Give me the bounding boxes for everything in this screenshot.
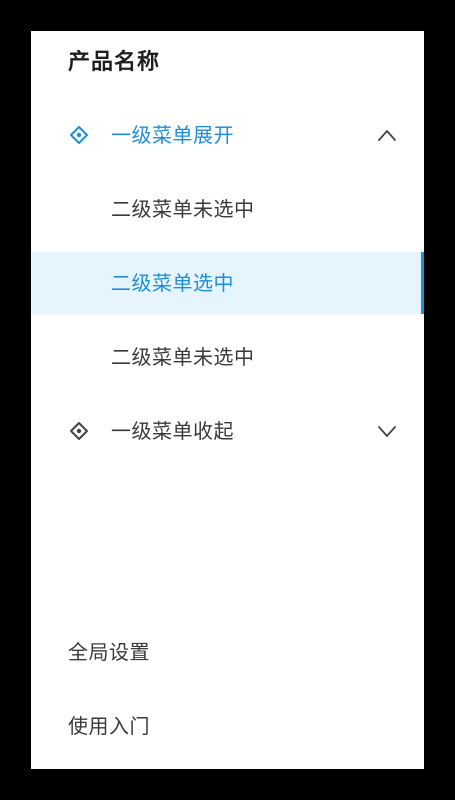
menu-item-label: 二级菜单选中 xyxy=(111,271,234,295)
menu-item-level2-unselected[interactable]: 二级菜单未选中 xyxy=(31,178,424,240)
menu-item-level2-selected[interactable]: 二级菜单选中 xyxy=(31,252,424,314)
menu-item-level1-expanded[interactable]: 一级菜单展开 xyxy=(31,104,424,166)
active-indicator xyxy=(421,252,424,314)
global-settings-link[interactable]: 全局设置 xyxy=(68,632,150,672)
diamond-nav-icon xyxy=(70,126,88,144)
menu-item-label: 二级菜单未选中 xyxy=(111,345,255,369)
sidebar-panel: 产品名称 一级菜单展开 二级菜单未选中 二级菜单选中 二级菜单未选中 一级菜单收… xyxy=(31,31,424,769)
menu-item-label: 二级菜单未选中 xyxy=(111,197,255,221)
product-title: 产品名称 xyxy=(68,50,161,75)
menu-item-label: 一级菜单展开 xyxy=(111,123,234,147)
getting-started-link[interactable]: 使用入门 xyxy=(68,706,150,746)
menu-item-level1-collapsed[interactable]: 一级菜单收起 xyxy=(31,400,424,462)
menu-item-level2-unselected[interactable]: 二级菜单未选中 xyxy=(31,326,424,388)
menu-item-label: 一级菜单收起 xyxy=(111,419,234,443)
chevron-up-icon[interactable] xyxy=(376,125,398,145)
chevron-down-icon[interactable] xyxy=(376,421,398,441)
diamond-nav-icon xyxy=(70,422,88,440)
